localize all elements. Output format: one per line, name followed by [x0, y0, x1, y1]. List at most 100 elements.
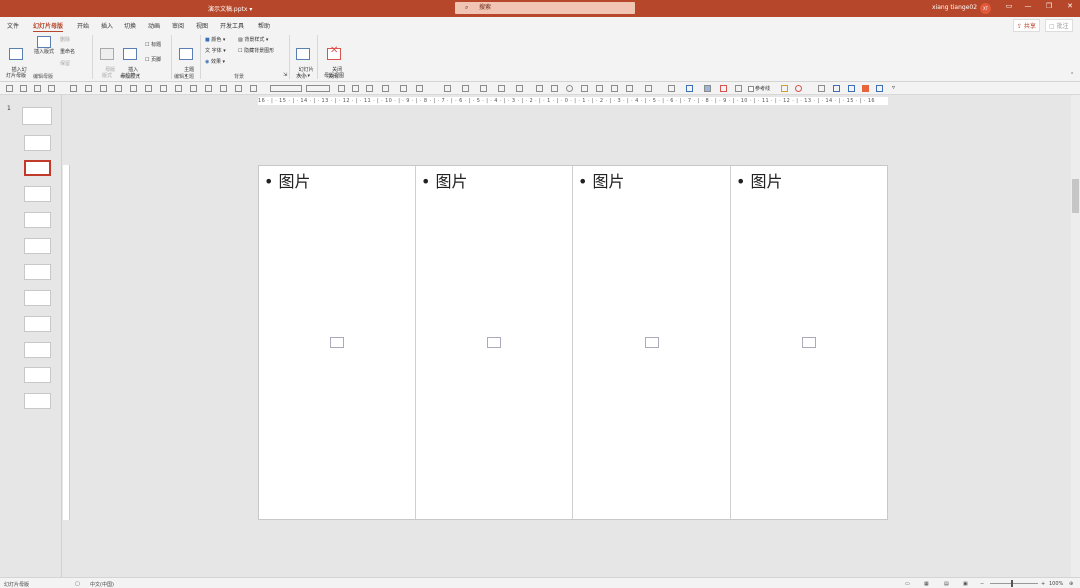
tool-icon[interactable] [516, 85, 523, 92]
tool-icon[interactable] [220, 85, 227, 92]
ribbon-display-icon[interactable]: ▭ [1001, 2, 1017, 10]
tool-icon[interactable] [795, 85, 802, 92]
tab-developer[interactable]: 开发工具 [220, 21, 244, 30]
tool-icon[interactable] [862, 85, 869, 92]
tool-icon[interactable] [581, 85, 588, 92]
tool-icon[interactable] [735, 85, 742, 92]
tool-icon[interactable] [85, 85, 92, 92]
customize-toolbar-icon[interactable]: ▿ [892, 84, 899, 91]
tool-icon[interactable] [668, 85, 675, 92]
colors-button[interactable]: ■ 颜色 ▾ [205, 36, 225, 43]
share-button[interactable]: ⇪ 共享 [1013, 19, 1040, 32]
tool-icon[interactable] [160, 85, 167, 92]
zoom-out-icon[interactable]: − [980, 581, 984, 587]
tool-icon[interactable] [48, 85, 55, 92]
tool-icon[interactable] [382, 85, 389, 92]
tab-home[interactable]: 开始 [77, 21, 89, 30]
tool-icon[interactable] [818, 85, 825, 92]
footer-checkbox[interactable]: ☐ 页脚 [145, 56, 161, 63]
picture-icon[interactable] [645, 337, 659, 348]
slide-thumbnail[interactable] [24, 186, 51, 202]
preserve-button[interactable]: 保留 [60, 60, 70, 67]
picture-placeholder[interactable]: • 图片 [259, 166, 416, 519]
rectangle-shape-icon[interactable] [536, 85, 543, 92]
tool-icon[interactable] [686, 85, 693, 92]
normal-view-icon[interactable]: ▭ [905, 581, 910, 587]
language-indicator[interactable]: 中文(中国) [90, 581, 114, 588]
collapse-ribbon-icon[interactable]: ⌃ [1070, 72, 1074, 78]
picture-icon[interactable] [802, 337, 816, 348]
slide-thumbnail[interactable] [22, 107, 52, 125]
tool-icon[interactable] [250, 85, 257, 92]
tool-icon[interactable] [130, 85, 137, 92]
slide-thumbnail[interactable] [24, 264, 51, 280]
tool-icon[interactable] [876, 85, 883, 92]
rounded-rectangle-shape-icon[interactable] [551, 85, 558, 92]
tab-file[interactable]: 文件 [7, 21, 19, 30]
slideshow-icon[interactable]: ▣ [963, 581, 968, 587]
font-name-dropdown[interactable] [270, 85, 302, 92]
tool-icon[interactable] [498, 85, 505, 92]
reading-view-icon[interactable]: ▤ [944, 581, 949, 587]
oval-shape-icon[interactable] [566, 85, 573, 92]
tool-icon[interactable] [480, 85, 487, 92]
slide-thumbnail[interactable] [24, 393, 51, 409]
document-title[interactable]: 演示文稿.pptx ▾ [208, 4, 252, 13]
tool-icon[interactable] [338, 85, 345, 92]
avatar[interactable]: XT [980, 3, 991, 14]
tab-slide-master[interactable]: 幻灯片母版 [33, 21, 64, 32]
close-button[interactable]: ✕ [1062, 2, 1078, 10]
zoom-slider-knob[interactable] [1011, 580, 1013, 587]
tool-icon[interactable] [100, 85, 107, 92]
tool-icon[interactable] [70, 85, 77, 92]
tool-icon[interactable] [6, 85, 13, 92]
minimize-button[interactable]: — [1020, 2, 1036, 10]
tab-review[interactable]: 审阅 [172, 21, 184, 30]
tab-help[interactable]: 帮助 [258, 21, 270, 30]
vertical-scrollbar[interactable] [1071, 95, 1080, 577]
tool-icon[interactable] [34, 85, 41, 92]
tool-icon[interactable] [145, 85, 152, 92]
slide-thumbnail[interactable] [24, 342, 51, 358]
title-checkbox[interactable]: ☐ 标题 [145, 41, 161, 48]
tool-icon[interactable] [611, 85, 618, 92]
scrollbar-thumb[interactable] [1072, 179, 1079, 213]
zoom-in-icon[interactable]: + [1041, 581, 1045, 587]
tool-icon[interactable] [462, 85, 469, 92]
picture-placeholder[interactable]: • 图片 [573, 166, 731, 519]
tool-icon[interactable] [720, 85, 727, 92]
master-layout-button[interactable]: 母版 版式 [97, 36, 117, 85]
slide-thumbnail[interactable] [24, 316, 51, 332]
rename-button[interactable]: 重命名 [60, 48, 75, 55]
hide-background-checkbox[interactable]: ☐ 隐藏背景图形 [238, 47, 274, 54]
tool-icon[interactable] [848, 85, 855, 92]
picture-placeholder[interactable]: • 图片 [731, 166, 887, 519]
tab-view[interactable]: 视图 [196, 21, 208, 30]
slide-canvas[interactable]: • 图片 • 图片 • 图片 • 图片 [258, 165, 888, 520]
tool-icon[interactable] [444, 85, 451, 92]
slide-thumbnail[interactable] [24, 238, 51, 254]
insert-layout-button[interactable]: 插入版式 [30, 36, 58, 55]
placeholder-text[interactable]: • 图片 [736, 168, 783, 192]
tool-icon[interactable] [205, 85, 212, 92]
zoom-slider[interactable] [990, 580, 1038, 587]
tool-icon[interactable] [416, 85, 423, 92]
slide-thumbnail[interactable] [24, 212, 51, 228]
tool-icon[interactable] [235, 85, 242, 92]
placeholder-text[interactable]: • 图片 [578, 168, 625, 192]
slide-sorter-icon[interactable]: ▦ [924, 581, 929, 587]
background-styles-button[interactable]: ▨ 背景样式 ▾ [238, 36, 268, 43]
tab-insert[interactable]: 插入 [101, 21, 113, 30]
tab-animations[interactable]: 动画 [148, 21, 160, 30]
guides-checkbox[interactable]: 参考线 [748, 85, 770, 92]
tool-icon[interactable] [704, 85, 711, 92]
placeholder-text[interactable]: • 图片 [264, 168, 311, 192]
tool-icon[interactable] [400, 85, 407, 92]
insert-slide-master-button[interactable]: 插入幻 灯片母版 [3, 36, 29, 85]
tool-icon[interactable] [596, 85, 603, 92]
placeholder-text[interactable]: • 图片 [421, 168, 468, 192]
tool-icon[interactable] [20, 85, 27, 92]
tool-icon[interactable] [626, 85, 633, 92]
fit-to-window-icon[interactable]: ⊕ [1069, 581, 1073, 587]
tool-icon[interactable] [366, 85, 373, 92]
